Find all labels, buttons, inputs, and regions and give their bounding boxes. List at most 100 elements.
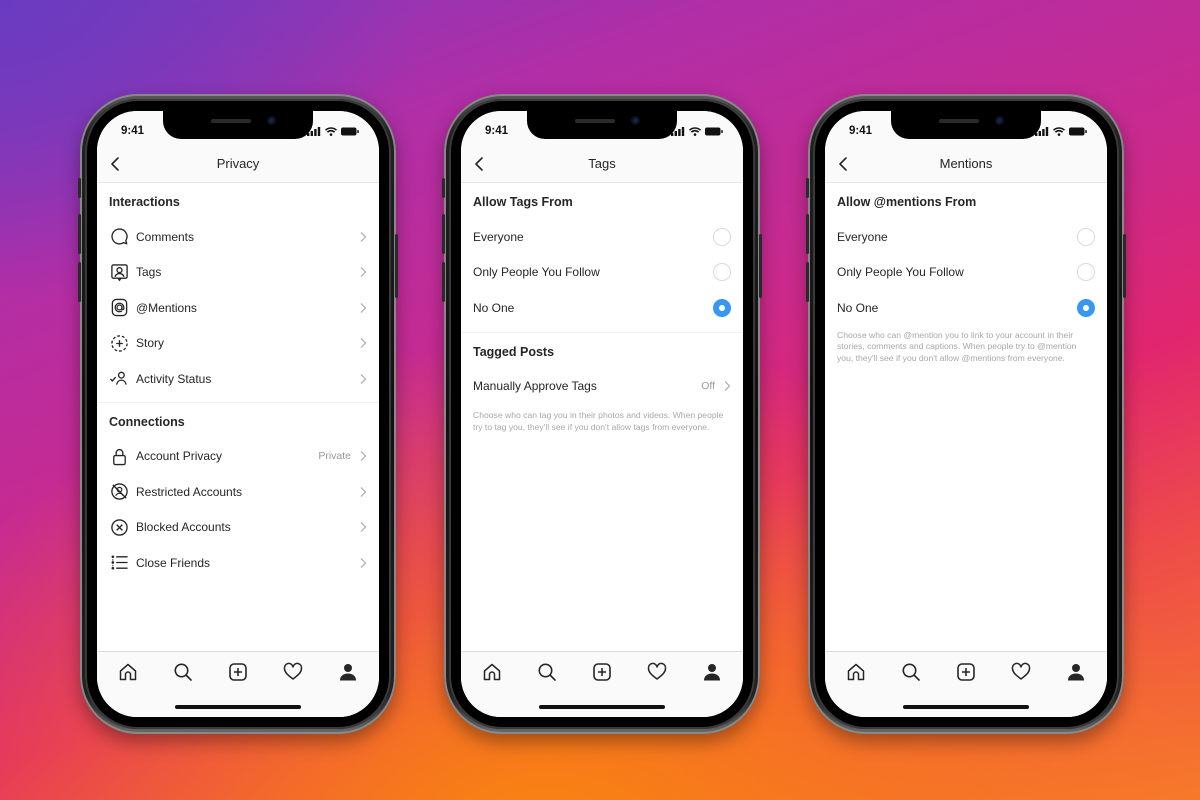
list-item-story[interactable]: Story — [97, 326, 379, 362]
section-title-interactions: Interactions — [109, 195, 180, 209]
list-item-account-privacy[interactable]: Account Privacy Private — [97, 439, 379, 475]
radio-button[interactable] — [1077, 227, 1095, 246]
speaker — [211, 119, 251, 123]
nav-header: Tags — [461, 145, 743, 183]
back-chevron-icon[interactable] — [107, 154, 125, 174]
notch — [891, 111, 1041, 139]
chevron-right-icon — [360, 451, 367, 462]
side-button — [759, 234, 762, 298]
activity-status-icon — [109, 371, 127, 386]
bezel: 9:41 Mentions Allow @mentions From Every… — [813, 99, 1119, 729]
tab-activity[interactable] — [1010, 661, 1032, 683]
radio-button-selected[interactable] — [1077, 298, 1095, 317]
home-indicator — [175, 705, 301, 709]
phone-privacy: 9:41 Privacy Interactions Comments Tags … — [78, 94, 398, 734]
radio-option-everyone[interactable]: Everyone — [825, 219, 1107, 255]
chevron-right-icon — [360, 267, 367, 278]
tab-new-post[interactable] — [955, 661, 977, 683]
helper-text: Choose who can @mention you to link to y… — [837, 329, 1077, 363]
page-title: Privacy — [216, 156, 260, 171]
profile-icon — [703, 664, 720, 681]
radio-option-no-one[interactable]: No One — [825, 290, 1107, 326]
heart-icon — [1011, 662, 1031, 680]
radio-button[interactable] — [713, 227, 731, 246]
option-label: Only People You Follow — [837, 265, 964, 280]
list-item-activity-status[interactable]: Activity Status — [97, 361, 379, 397]
chevron-right-icon — [360, 338, 367, 349]
section-title-allow-tags: Allow Tags From — [473, 195, 573, 209]
tab-home[interactable] — [845, 661, 867, 683]
item-label: Blocked Accounts — [136, 520, 231, 535]
back-chevron-icon[interactable] — [835, 154, 853, 174]
item-label: Tags — [136, 265, 162, 280]
tab-bar — [461, 651, 743, 717]
tab-profile[interactable] — [1065, 661, 1087, 683]
tags-settings: Allow Tags From Everyone Only People You… — [461, 183, 743, 651]
section-title-allow-mentions: Allow @mentions From — [837, 195, 977, 209]
plus-square-icon — [229, 663, 247, 681]
side-button — [806, 262, 809, 302]
tab-activity[interactable] — [646, 661, 668, 683]
radio-option-everyone[interactable]: Everyone — [461, 219, 743, 255]
tab-profile[interactable] — [701, 661, 723, 683]
side-button — [442, 262, 445, 302]
tab-search[interactable] — [536, 661, 558, 683]
plus-square-icon — [593, 663, 611, 681]
option-label: Everyone — [837, 229, 888, 244]
search-icon — [902, 663, 920, 681]
radio-option-people-you-follow[interactable]: Only People You Follow — [825, 255, 1107, 291]
restricted-icon — [110, 483, 128, 501]
mentions-settings: Allow @mentions From Everyone Only Peopl… — [825, 183, 1107, 651]
item-label: @Mentions — [136, 300, 197, 315]
list-item-blocked-accounts[interactable]: Blocked Accounts — [97, 510, 379, 546]
back-chevron-icon[interactable] — [471, 154, 489, 174]
status-icons — [307, 127, 359, 136]
bezel: 9:41 Tags Allow Tags From Everyone Only … — [449, 99, 755, 729]
side-button — [442, 178, 445, 198]
side-button — [78, 178, 81, 198]
list-item-comments[interactable]: Comments — [97, 219, 379, 255]
speaker — [939, 119, 979, 123]
tab-home[interactable] — [481, 661, 503, 683]
story-add-icon — [110, 334, 128, 352]
option-label: Only People You Follow — [473, 265, 600, 280]
tab-search[interactable] — [900, 661, 922, 683]
tab-search[interactable] — [172, 661, 194, 683]
side-button — [1123, 234, 1126, 298]
at-sign-icon — [111, 299, 127, 317]
list-item-manually-approve-tags[interactable]: Manually Approve Tags Off — [461, 369, 743, 405]
list-item-close-friends[interactable]: Close Friends — [97, 545, 379, 581]
side-button — [395, 234, 398, 298]
page-title: Tags — [588, 156, 616, 171]
option-label: Everyone — [473, 229, 524, 244]
list-item-mentions[interactable]: @Mentions — [97, 290, 379, 326]
home-icon — [120, 663, 137, 681]
radio-button-selected[interactable] — [713, 298, 731, 317]
tab-new-post[interactable] — [591, 661, 613, 683]
status-time: 9:41 — [849, 125, 873, 137]
wifi-icon — [325, 127, 337, 136]
item-label: Story — [136, 336, 165, 351]
side-button — [442, 214, 445, 254]
list-item-restricted-accounts[interactable]: Restricted Accounts — [97, 474, 379, 510]
phone-tags: 9:41 Tags Allow Tags From Everyone Only … — [442, 94, 762, 734]
radio-option-people-you-follow[interactable]: Only People You Follow — [461, 255, 743, 291]
tab-profile[interactable] — [337, 661, 359, 683]
chevron-right-icon — [724, 381, 731, 392]
tab-new-post[interactable] — [227, 661, 249, 683]
chevron-right-icon — [360, 522, 367, 533]
list-item-tags[interactable]: Tags — [97, 255, 379, 291]
radio-button[interactable] — [713, 263, 731, 282]
radio-button[interactable] — [1077, 263, 1095, 282]
tab-activity[interactable] — [282, 661, 304, 683]
item-value: Private — [318, 450, 351, 463]
chevron-right-icon — [360, 557, 367, 568]
radio-option-no-one[interactable]: No One — [461, 290, 743, 326]
status-icons — [671, 127, 723, 136]
lock-icon — [112, 448, 126, 465]
tab-home[interactable] — [117, 661, 139, 683]
section-title-tagged-posts: Tagged Posts — [473, 344, 555, 359]
item-label: Restricted Accounts — [136, 484, 243, 499]
nav-header: Privacy — [97, 145, 379, 183]
tab-bar — [97, 651, 379, 717]
